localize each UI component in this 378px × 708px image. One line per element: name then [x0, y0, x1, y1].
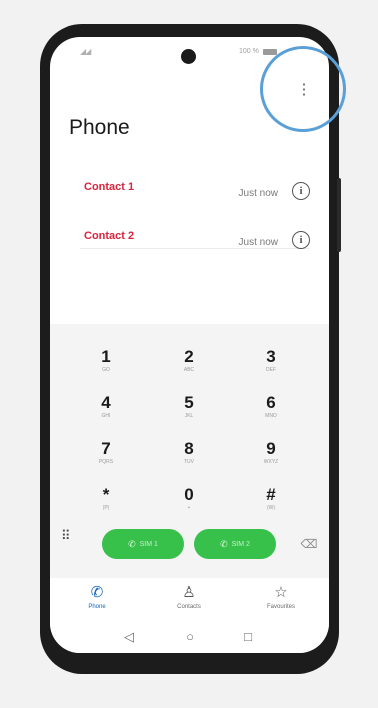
call-button-label: SIM 2 [231, 540, 250, 548]
key-9[interactable]: 9 WXYZ [241, 439, 301, 479]
tab-label: Favourites [266, 604, 295, 610]
contact-name: Contact 2 [84, 230, 135, 242]
key-star[interactable]: * (P) [76, 485, 136, 525]
key-digit: 8 [184, 439, 194, 458]
key-2[interactable]: 2 ABC [159, 347, 219, 387]
key-letters: GHI [101, 413, 111, 419]
key-letters: WXYZ [263, 459, 279, 465]
contact-name: Contact 1 [84, 181, 135, 193]
tab-label: Phone [88, 604, 106, 610]
phone-icon: ✆ [90, 584, 104, 601]
info-icon[interactable]: i [292, 231, 310, 249]
back-icon[interactable]: ◁ [119, 629, 139, 645]
key-letters: ABC [183, 367, 195, 373]
key-letters: + [187, 505, 191, 511]
key-letters: TUV [184, 459, 194, 465]
phone-screen: ◢◢ 100 % ⋮ Phone Contact 1 Just now i Co… [50, 37, 329, 653]
key-6[interactable]: 6 MNO [241, 393, 301, 433]
key-letters: (P) [102, 505, 110, 511]
key-digit: 1 [101, 347, 111, 366]
key-letters: (W) [266, 505, 276, 511]
call-button-label: SIM 1 [139, 540, 158, 548]
battery-percentage: 100 % [239, 48, 259, 55]
call-log-item[interactable]: Contact 2 Just now i [70, 216, 310, 264]
key-4[interactable]: 4 GHI [76, 393, 136, 433]
key-8[interactable]: 8 TUV [159, 439, 219, 479]
key-digit: 6 [266, 393, 276, 412]
call-sim1-button[interactable]: ✆ SIM 1 [102, 529, 184, 559]
tab-favourites[interactable]: ☆ Favourites [246, 584, 316, 610]
phone-icon: ✆ [220, 538, 228, 549]
key-7[interactable]: 7 PQRS [76, 439, 136, 479]
system-nav-bar: ◁ ○ □ [50, 623, 329, 653]
key-digit: 4 [101, 393, 111, 412]
bottom-tab-bar: ✆ Phone ♙ Contacts ☆ Favourites [50, 578, 329, 622]
key-1[interactable]: 1 GO [76, 347, 136, 387]
page-title: Phone [69, 116, 130, 139]
key-digit: 2 [184, 347, 194, 366]
key-5[interactable]: 5 JKL [159, 393, 219, 433]
key-3[interactable]: 3 DEF [241, 347, 301, 387]
battery-icon [263, 49, 277, 55]
side-button [337, 178, 341, 252]
highlight-circle [260, 46, 346, 132]
key-digit: 7 [101, 439, 111, 458]
home-icon[interactable]: ○ [180, 629, 200, 644]
call-sim2-button[interactable]: ✆ SIM 2 [194, 529, 276, 559]
key-0[interactable]: 0 + [159, 485, 219, 525]
key-letters: MNO [265, 413, 277, 419]
key-letters: JKL [184, 413, 194, 419]
star-icon: ☆ [274, 584, 288, 601]
tab-contacts[interactable]: ♙ Contacts [154, 584, 224, 610]
key-digit: 3 [266, 347, 276, 366]
call-log-item[interactable]: Contact 1 Just now i [70, 167, 310, 215]
call-time: Just now [238, 237, 278, 248]
info-icon[interactable]: i [292, 182, 310, 200]
phone-icon: ✆ [128, 538, 136, 549]
front-camera [181, 49, 196, 64]
tab-phone[interactable]: ✆ Phone [62, 584, 132, 610]
signal-icon: ◢◢ [80, 47, 91, 56]
key-digit: 5 [184, 393, 194, 412]
key-hash[interactable]: # (W) [241, 485, 301, 525]
key-letters: DEF [266, 367, 276, 373]
tab-label: Contacts [177, 604, 201, 610]
key-digit: # [266, 485, 276, 504]
person-icon: ♙ [182, 584, 196, 601]
dialpad-toggle-icon[interactable]: ⠿ [61, 529, 75, 549]
key-digit: 9 [266, 439, 276, 458]
key-letters: GO [102, 367, 110, 373]
call-time: Just now [238, 188, 278, 199]
key-letters: PQRS [98, 459, 114, 465]
key-digit: * [102, 485, 110, 504]
recents-icon[interactable]: □ [238, 629, 258, 644]
key-digit: 0 [184, 485, 194, 504]
backspace-icon[interactable]: ⌫ [298, 537, 320, 551]
